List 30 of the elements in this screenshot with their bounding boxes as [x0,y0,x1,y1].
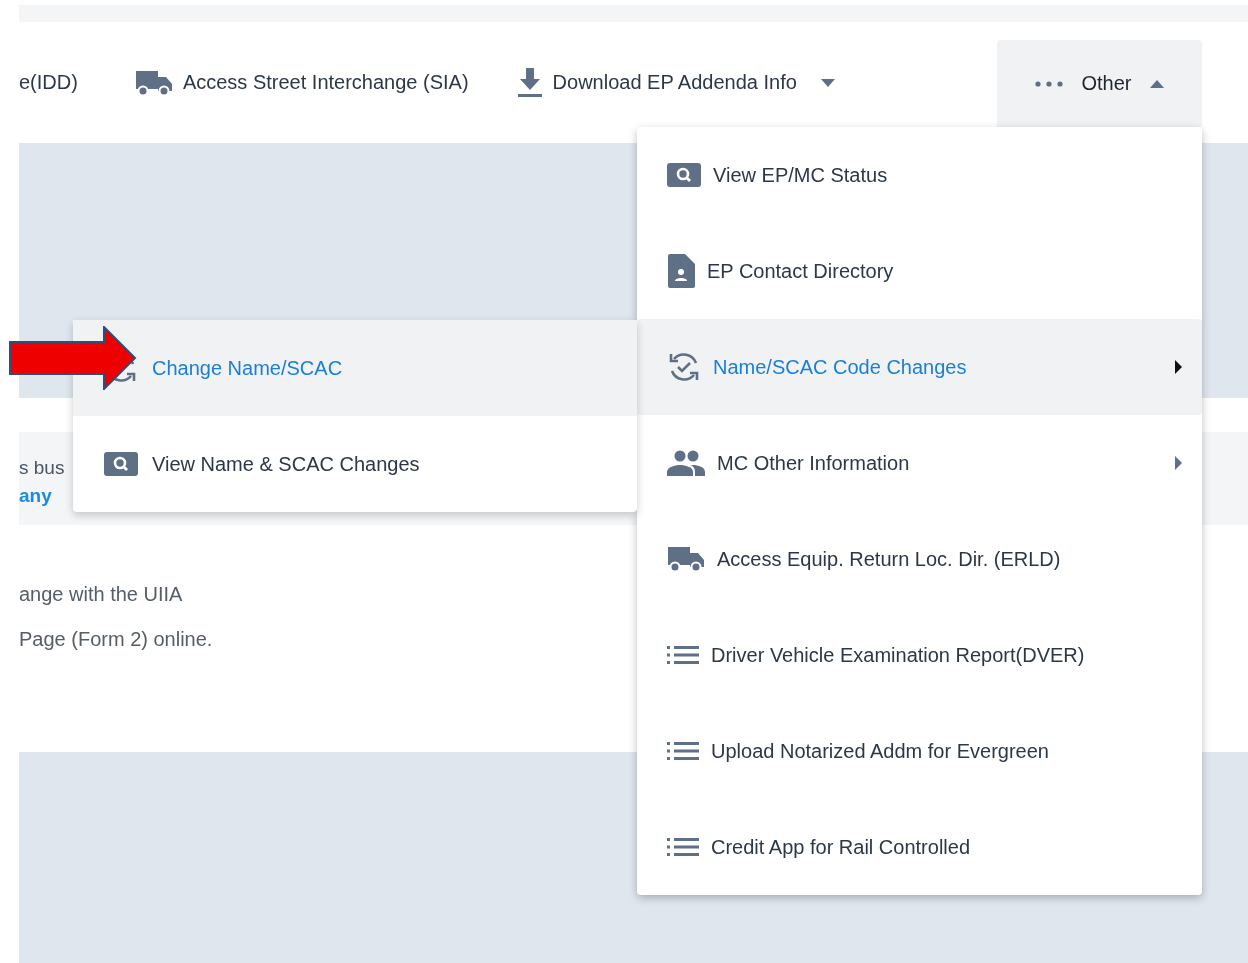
nav-link[interactable]: Access Street Interchange (SIA) [134,68,469,97]
menu-item[interactable]: Change Name/SCAC [73,320,637,416]
menu-item[interactable]: View EP/MC Status [637,127,1202,223]
more-icon [1035,80,1064,87]
truck-icon [667,545,705,573]
menu-item[interactable]: Name/SCAC Code Changes [637,319,1202,415]
card-text: s bus [19,456,65,479]
menu-item[interactable]: MC Other Information [637,415,1202,511]
list-icon [667,645,699,665]
body-text: Page (Form 2) online. [19,628,214,651]
sync-check-icon [667,350,701,384]
nav-link[interactable]: e(IDD) [19,71,78,94]
menu-item[interactable]: Credit App for Rail Controlled [637,799,1202,895]
menu-item[interactable]: View Name & SCAC Changes [73,416,637,512]
people-icon [667,450,705,476]
menu-item[interactable]: EP Contact Directory [637,223,1202,319]
other-menu-button[interactable]: Other [997,40,1202,127]
search-icon [104,451,138,477]
body-text: ange with the UIIA [19,583,184,606]
caret-icon [1149,79,1164,88]
menu-item[interactable]: Upload Notarized Addm for Evergreen [637,703,1202,799]
nav-link[interactable]: Download EP Addenda Info [516,67,835,98]
truck-icon [134,68,173,97]
download-icon [516,67,543,98]
list-icon [667,741,699,761]
contact-document-icon [667,254,695,288]
list-icon [667,837,699,857]
menu-item[interactable]: Driver Vehicle Examination Report(DVER) [637,607,1202,703]
search-icon [667,162,701,188]
menu-item[interactable]: Access Equip. Return Loc. Dir. (ERLD) [637,511,1202,607]
